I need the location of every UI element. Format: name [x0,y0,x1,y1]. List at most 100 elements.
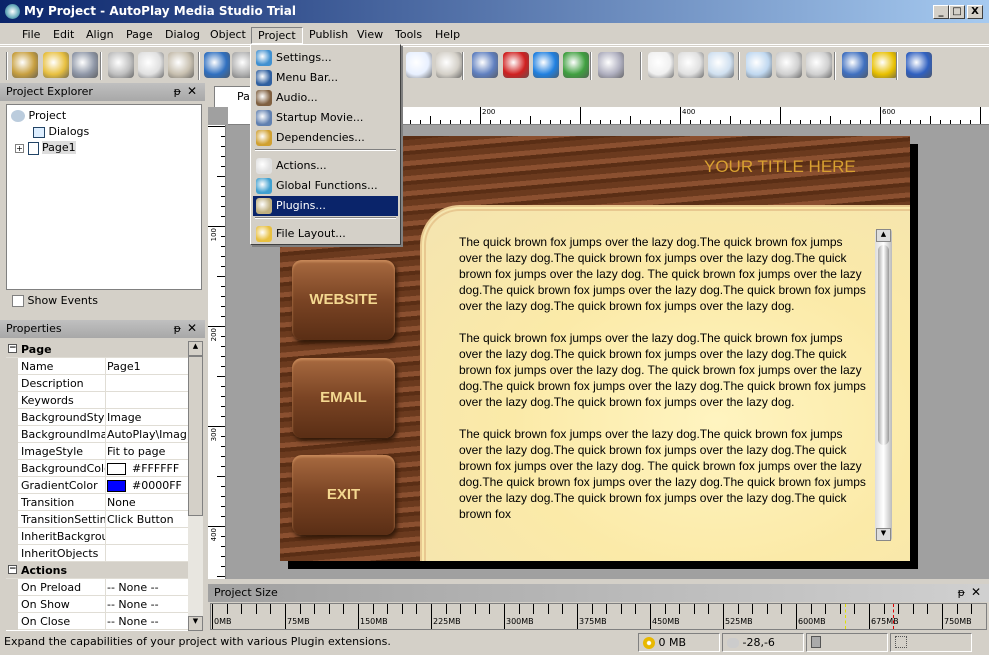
property-value[interactable]: #0000FF [107,479,187,492]
zoom-icon[interactable] [598,52,624,78]
minimize-button[interactable]: _ [933,5,949,19]
paste-icon[interactable] [168,52,194,78]
pin-icon[interactable]: ᵽ [174,322,181,335]
property-row[interactable]: BackgroundStyle Image [6,409,188,426]
scroll-thumb[interactable] [878,245,889,445]
scroll-down-button[interactable]: ▼ [188,616,203,631]
property-row[interactable]: Keywords [6,392,188,409]
save-icon[interactable] [72,52,98,78]
property-row[interactable]: Description [6,375,188,392]
slideshow-icon[interactable] [563,52,589,78]
property-row[interactable]: GradientColor #0000FF [6,477,188,494]
publish-disc-icon[interactable] [872,52,898,78]
property-row[interactable]: Name Page1 [6,358,188,375]
video-icon[interactable] [472,52,498,78]
show-events-checkbox[interactable]: Show Events [12,294,98,307]
property-row[interactable]: BackgroundColor #FFFFFF [6,460,188,477]
page-title-text[interactable]: YOUR TITLE HERE [704,157,856,177]
menu-file[interactable]: File [16,27,46,42]
close-button[interactable]: X [967,5,983,19]
wizard-icon[interactable] [12,52,38,78]
menu-object[interactable]: Object [204,27,252,42]
scroll-up-button[interactable]: ▲ [188,341,203,356]
menu-publish[interactable]: Publish [303,27,354,42]
menu-align[interactable]: Align [80,27,120,42]
open-folder-icon[interactable] [43,52,69,78]
property-value[interactable]: AutoPlay\Images [107,428,187,441]
property-row[interactable]: On Preload -- None -- [6,579,188,596]
menu-edit[interactable]: Edit [47,27,80,42]
property-value[interactable]: Image [107,411,187,424]
menu-item-settings[interactable]: Settings... [253,48,398,68]
undo-icon[interactable] [204,52,230,78]
close-icon[interactable]: ✕ [971,585,981,599]
paragraph-object[interactable]: The quick brown fox jumps over the lazy … [459,234,869,544]
close-icon[interactable]: ✕ [187,84,197,98]
property-row[interactable]: On Show -- None -- [6,596,188,613]
menu-help[interactable]: Help [429,27,466,42]
tree-item-dialogs[interactable]: Dialogs [33,125,89,138]
tree-item-project[interactable]: Project [11,109,66,122]
property-value[interactable]: None [107,496,187,509]
copy-icon[interactable] [138,52,164,78]
scroll-thumb[interactable] [188,356,203,516]
collapse-icon[interactable]: − [8,344,17,353]
menu-page[interactable]: Page [120,27,159,42]
property-value[interactable]: -- None -- [107,581,187,594]
property-value[interactable]: #FFFFFF [107,462,187,475]
scroll-down-button[interactable]: ▼ [876,528,891,541]
web-icon[interactable] [533,52,559,78]
menu-item-startup-movie[interactable]: Startup Movie... [253,108,398,128]
menu-item-menu-bar[interactable]: Menu Bar... [253,68,398,88]
property-row[interactable]: InheritObjects [6,545,188,562]
flash-icon[interactable] [503,52,529,78]
property-row[interactable]: ImageStyle Fit to page [6,443,188,460]
pin-icon[interactable]: ᵽ [174,85,181,98]
menu-dialog[interactable]: Dialog [159,27,206,42]
duplicate-page-icon[interactable] [678,52,704,78]
property-row[interactable]: Transition None [6,494,188,511]
color-swatch[interactable] [107,480,126,492]
menu-item-file-layout[interactable]: File Layout... [253,224,398,244]
preview-page-icon[interactable] [708,52,734,78]
properties-scrollbar[interactable]: ▲ ▼ [188,341,203,631]
dialog-icon[interactable] [776,52,802,78]
maximize-button[interactable]: □ [949,5,965,19]
color-swatch[interactable] [107,463,126,475]
exit-button[interactable]: EXIT [292,455,395,535]
layout-icon[interactable] [406,52,432,78]
cut-icon[interactable] [108,52,134,78]
scroll-up-button[interactable]: ▲ [876,229,891,242]
property-value[interactable]: -- None -- [107,615,187,628]
property-value[interactable]: -- None -- [107,598,187,611]
expand-icon[interactable]: + [15,143,24,153]
menu-project[interactable]: Project [251,27,303,44]
property-row[interactable]: TransitionSettingsClick Button [6,511,188,528]
build-icon[interactable] [842,52,868,78]
category-actions[interactable]: − Actions [6,562,188,579]
menu-view[interactable]: View [351,27,389,42]
email-button[interactable]: EMAIL [292,358,395,438]
property-row[interactable]: InheritBackground [6,528,188,545]
property-value[interactable]: Page1 [107,360,187,373]
tree-item-page1[interactable]: + Page1 [15,141,76,155]
menu-item-plugins[interactable]: Plugins... [253,196,398,216]
select-icon[interactable] [436,52,462,78]
property-value[interactable]: Fit to page [107,445,187,458]
paragraph-scrollbar[interactable]: ▲ ▼ [875,229,892,541]
website-button[interactable]: WEBSITE [292,260,395,340]
help-icon[interactable] [906,52,932,78]
property-row[interactable]: BackgroundImageAutoPlay\Images [6,426,188,443]
menu-item-global-functions[interactable]: Global Functions... [253,176,398,196]
tab-page1[interactable]: Page1 [214,86,254,107]
property-value[interactable]: Click Button [107,513,187,526]
property-row[interactable]: On Close -- None -- [6,613,188,630]
close-icon[interactable]: ✕ [187,321,197,335]
pin-icon[interactable]: ᵽ [958,586,965,599]
dialog-preview-icon[interactable] [806,52,832,78]
category-page[interactable]: − Page [6,341,188,358]
menu-tools[interactable]: Tools [389,27,428,42]
collapse-icon[interactable]: − [8,565,17,574]
new-dialog-icon[interactable] [746,52,772,78]
project-tree[interactable]: Project Dialogs + Page1 [6,104,202,290]
